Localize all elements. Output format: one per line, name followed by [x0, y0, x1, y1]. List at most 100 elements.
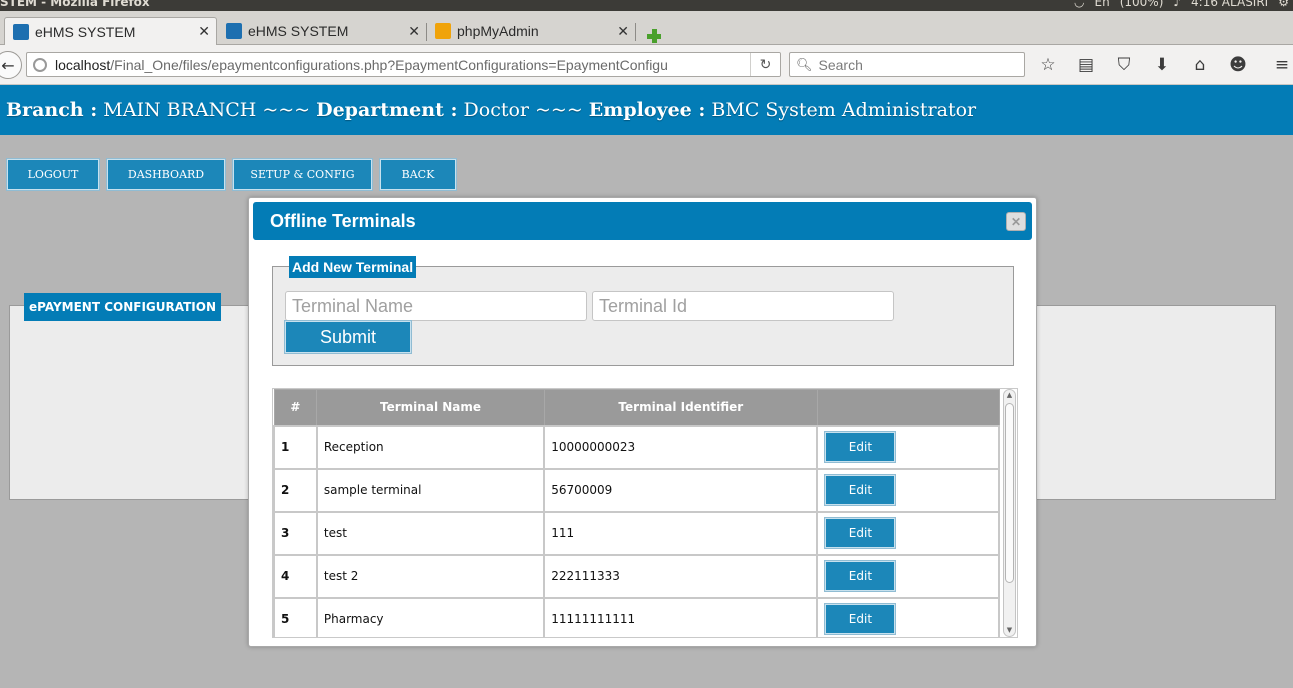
close-tab-icon[interactable]: ✕ [198, 23, 210, 40]
back-button[interactable]: BACK [380, 159, 456, 190]
terminals-table-container: # Terminal Name Terminal Identifier 1 Re… [272, 388, 1018, 638]
actions-cell: Edit [816, 467, 1000, 513]
edit-button[interactable]: Edit [825, 561, 896, 591]
terminal-name-cell: Reception [315, 424, 546, 470]
clock[interactable]: 4:16 ALASIRI [1191, 0, 1268, 9]
tab-label: phpMyAdmin [457, 23, 539, 39]
logout-button[interactable]: LOGOUT [7, 159, 99, 190]
dialog-titlebar[interactable]: Offline Terminals ✕ [253, 202, 1032, 240]
dialog-title: Offline Terminals [270, 210, 416, 231]
tab-separator [635, 23, 636, 41]
employee-label: Employee : [588, 99, 706, 121]
search-placeholder: Search [818, 56, 863, 73]
terminal-name-cell: test 2 [315, 553, 546, 599]
back-arrow-icon[interactable]: ← [0, 51, 22, 79]
add-terminal-legend: Add New Terminal [289, 256, 417, 278]
terminal-id-cell: 111 [543, 510, 819, 556]
pocket-icon[interactable]: ⛉ [1112, 55, 1136, 75]
reading-list-icon[interactable]: ▤ [1074, 55, 1098, 75]
scroll-down-arrow-icon[interactable]: ▼ [1004, 625, 1015, 636]
actions-cell: Edit [816, 596, 1000, 637]
os-top-bar: STEM - Mozilla Firefox ◡ En (100%) ♪ 4:1… [0, 0, 1293, 11]
branch-label: Branch : [6, 99, 98, 121]
ehms-favicon-icon [226, 23, 242, 39]
terminal-name-input[interactable] [285, 291, 587, 321]
nav-toolbar-icons: ☆ ▤ ⛉ ⬇ ⌂ ☻ ≡ [1036, 55, 1293, 75]
table-row: 4 test 2 222111333 Edit [273, 553, 1000, 599]
terminal-id-cell: 11111111111 [543, 596, 819, 637]
search-icon: 🔍︎ [796, 56, 813, 72]
row-number: 3 [273, 510, 318, 556]
tab-label: eHMS SYSTEM [35, 23, 136, 40]
url-host: localhost [55, 56, 111, 73]
submit-button[interactable]: Submit [285, 321, 411, 353]
dashboard-button[interactable]: DASHBOARD [107, 159, 225, 190]
terminal-id-cell: 56700009 [543, 467, 819, 513]
close-tab-icon[interactable]: ✕ [408, 23, 420, 40]
ehms-favicon-icon [13, 23, 29, 40]
wifi-icon[interactable]: ◡ [1074, 0, 1084, 9]
branch-value: MAIN BRANCH [103, 99, 257, 121]
edit-button[interactable]: Edit [825, 604, 896, 634]
row-number: 2 [273, 467, 318, 513]
terminals-table: # Terminal Name Terminal Identifier 1 Re… [273, 389, 1000, 637]
app-header: Branch : MAIN BRANCH ~~~ Department : Do… [0, 85, 1293, 135]
edit-button[interactable]: Edit [825, 475, 896, 505]
new-tab-plus-icon[interactable] [646, 28, 662, 44]
setup-config-button[interactable]: SETUP & CONFIG [233, 159, 372, 190]
employee-value: BMC System Administrator [711, 99, 977, 121]
hello-chat-icon[interactable]: ☻ [1226, 55, 1250, 75]
bookmark-star-icon[interactable]: ☆ [1036, 55, 1060, 75]
downloads-icon[interactable]: ⬇ [1150, 55, 1174, 75]
os-indicators: ◡ En (100%) ♪ 4:16 ALASIRI ⚙ [1074, 0, 1289, 9]
col-header-terminal-identifier: Terminal Identifier [543, 389, 818, 426]
keyboard-layout-indicator[interactable]: En [1095, 0, 1110, 9]
col-header-terminal-name: Terminal Name [316, 389, 545, 426]
row-number: 1 [273, 424, 318, 470]
col-header-number: # [273, 389, 318, 426]
close-icon[interactable]: ✕ [1006, 212, 1026, 231]
actions-cell: Edit [816, 424, 1000, 470]
menu-hamburger-icon[interactable]: ≡ [1270, 55, 1293, 75]
table-row: 5 Pharmacy 11111111111 Edit [273, 596, 1000, 637]
scrollbar-thumb[interactable] [1005, 403, 1014, 583]
table-row: 2 sample terminal 56700009 Edit [273, 467, 1000, 513]
offline-terminals-dialog: Offline Terminals ✕ Add New Terminal Sub… [248, 197, 1037, 647]
terminal-name-cell: sample terminal [315, 467, 546, 513]
table-row: 1 Reception 10000000023 Edit [273, 424, 1000, 470]
phpmyadmin-favicon-icon [435, 23, 451, 39]
col-header-actions [816, 389, 1000, 426]
globe-icon [33, 57, 47, 72]
row-number: 4 [273, 553, 318, 599]
scroll-up-arrow-icon[interactable]: ▲ [1004, 390, 1015, 401]
settings-gear-icon[interactable]: ⚙ [1278, 0, 1289, 9]
terminal-id-cell: 222111333 [543, 553, 819, 599]
tab-ehms-1[interactable]: eHMS SYSTEM ✕ [4, 17, 217, 45]
main-toolbar: LOGOUT DASHBOARD SETUP & CONFIG BACK [7, 159, 456, 190]
browser-nav-bar: ← localhost/Final_One/files/epaymentconf… [0, 45, 1293, 85]
reload-icon[interactable]: ↻ [750, 53, 780, 76]
actions-cell: Edit [816, 553, 1000, 599]
url-path: /Final_One/files/epaymentconfigurations.… [110, 56, 668, 73]
battery-indicator[interactable]: (100%) [1120, 0, 1164, 9]
home-icon[interactable]: ⌂ [1188, 55, 1212, 75]
tab-label: eHMS SYSTEM [248, 23, 349, 39]
terminal-name-cell: Pharmacy [315, 596, 546, 637]
row-number: 5 [273, 596, 318, 637]
tab-ehms-2[interactable]: eHMS SYSTEM ✕ [218, 17, 427, 45]
edit-button[interactable]: Edit [825, 518, 896, 548]
browser-search-input[interactable]: 🔍︎ Search [789, 52, 1025, 77]
epayment-config-legend: ePAYMENT CONFIGURATION [24, 293, 222, 321]
browser-tab-bar: eHMS SYSTEM ✕ eHMS SYSTEM ✕ phpMyAdmin ✕ [0, 11, 1293, 45]
terminal-id-cell: 10000000023 [543, 424, 819, 470]
tab-phpmyadmin[interactable]: phpMyAdmin ✕ [427, 17, 636, 45]
close-tab-icon[interactable]: ✕ [617, 23, 629, 40]
header-separator: ~~~ [262, 99, 311, 121]
volume-icon[interactable]: ♪ [1173, 0, 1181, 9]
terminal-id-input[interactable] [592, 291, 894, 321]
department-label: Department : [316, 99, 458, 121]
table-scrollbar[interactable]: ▲ ▼ [1003, 389, 1016, 637]
edit-button[interactable]: Edit [825, 432, 896, 462]
url-bar[interactable]: localhost/Final_One/files/epaymentconfig… [26, 52, 781, 77]
table-header-row: # Terminal Name Terminal Identifier [273, 389, 1000, 426]
